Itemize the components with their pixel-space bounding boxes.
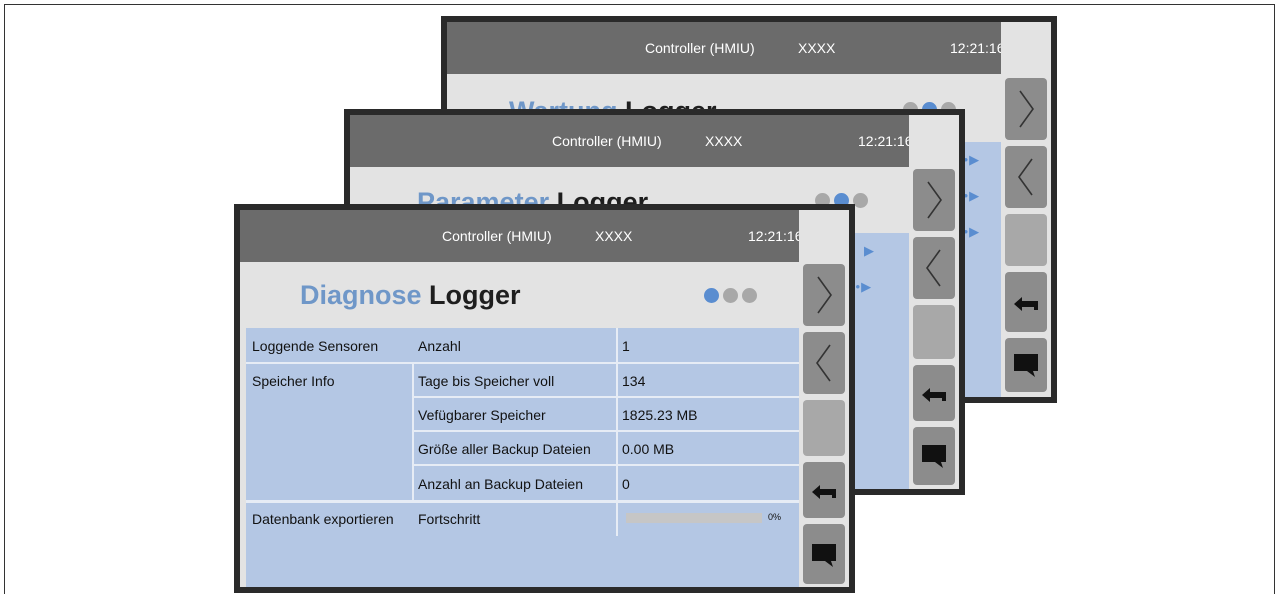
prev-page-button[interactable] <box>1005 146 1047 208</box>
scrollbar[interactable] <box>1005 214 1047 266</box>
next-page-button[interactable] <box>913 169 955 231</box>
status-header: Controller (HMIU) XXXX 12:21:16 <box>240 210 849 262</box>
status-header: Controller (HMIU) XXXX 12:21:16 <box>447 22 1051 74</box>
chevron-left-icon <box>1018 158 1033 196</box>
field-label: Anzahl <box>418 338 461 354</box>
back-arrow-icon <box>812 485 836 499</box>
table-row: Loggende Sensoren Anzahl 1 <box>246 328 799 362</box>
controller-id: XXXX <box>705 133 743 149</box>
group-label: Loggende Sensoren <box>252 338 379 354</box>
column-divider <box>616 500 618 536</box>
title-accent: Diagnose <box>300 280 422 310</box>
speech-bubble-icon <box>1014 354 1038 377</box>
screen-diagnose-logger: Controller (HMIU) XXXX 12:21:16 Diagnose… <box>234 204 855 593</box>
clock: 12:21:16 <box>858 133 913 149</box>
scrollbar[interactable] <box>913 305 955 359</box>
table-row: Vefügbarer Speicher 1825.23 MB <box>412 396 799 432</box>
controller-label: Controller (HMIU) <box>552 133 662 149</box>
field-value: 0 <box>622 476 630 492</box>
back-button[interactable] <box>1005 272 1047 332</box>
field-label: Vefügbarer Speicher <box>418 407 546 423</box>
table-row: Größe aller Backup Dateien 0.00 MB <box>412 430 799 466</box>
help-button[interactable] <box>1005 338 1047 392</box>
speech-bubble-icon <box>922 445 946 468</box>
controller-id: XXXX <box>595 228 633 244</box>
title-main: Logger <box>429 280 521 310</box>
table-row: Speicher Info Tage bis Speicher voll 134 <box>246 362 799 398</box>
controller-id: XXXX <box>798 40 836 56</box>
chevron-left-icon <box>926 249 941 287</box>
field-label: Tage bis Speicher voll <box>418 373 555 389</box>
table-row: Datenbank exportieren Fortschritt 0% <box>246 500 799 587</box>
chevron-right-icon <box>927 181 942 219</box>
chevron-right-icon <box>817 276 832 314</box>
column-divider <box>412 362 414 500</box>
column-divider <box>616 328 618 500</box>
controller-label: Controller (HMIU) <box>645 40 755 56</box>
next-page-button[interactable] <box>803 264 845 326</box>
help-button[interactable] <box>803 524 845 584</box>
nav-sidebar <box>799 210 849 587</box>
field-label: Anzahl an Backup Dateien <box>418 476 583 492</box>
speech-bubble-icon <box>812 544 836 567</box>
back-button[interactable] <box>803 462 845 518</box>
chevron-right-icon <box>1019 90 1034 128</box>
clock: 12:21:16 <box>748 228 803 244</box>
page-title: Diagnose Logger <box>300 280 521 311</box>
next-page-button[interactable] <box>1005 78 1047 140</box>
field-value: 1825.23 MB <box>622 407 698 423</box>
export-progress-bar <box>626 513 762 523</box>
help-button[interactable] <box>913 427 955 485</box>
clock: 12:21:16 <box>950 40 1005 56</box>
back-arrow-icon <box>922 388 946 402</box>
prev-page-button[interactable] <box>803 332 845 394</box>
field-value: 134 <box>622 373 646 389</box>
field-label: Größe aller Backup Dateien <box>418 441 591 457</box>
table-row: Anzahl an Backup Dateien 0 <box>412 464 799 500</box>
diagnose-table: Loggende Sensoren Anzahl 1 Speicher Info… <box>246 328 799 587</box>
group-label: Speicher Info <box>252 373 335 389</box>
status-header: Controller (HMIU) XXXX 12:21:16 <box>350 115 959 167</box>
page-dot <box>723 288 738 303</box>
back-arrow-icon <box>1014 297 1038 311</box>
field-value: 1 <box>622 338 630 354</box>
group-label: Datenbank exportieren <box>252 511 394 527</box>
controller-label: Controller (HMIU) <box>442 228 552 244</box>
back-button[interactable] <box>913 365 955 421</box>
scrollbar[interactable] <box>803 400 845 456</box>
page-dot <box>742 288 757 303</box>
nav-sidebar <box>1001 22 1051 397</box>
field-label: Fortschritt <box>418 511 481 527</box>
nav-sidebar <box>909 115 959 489</box>
field-value: 0.00 MB <box>622 441 675 457</box>
page-indicator <box>704 288 761 308</box>
chevron-left-icon <box>816 344 831 382</box>
page-dot-active <box>704 288 719 303</box>
progress-percent: 0% <box>768 512 782 522</box>
row-arrow-icon[interactable]: ▶ <box>864 243 875 259</box>
prev-page-button[interactable] <box>913 237 955 299</box>
page-dot <box>853 193 868 208</box>
